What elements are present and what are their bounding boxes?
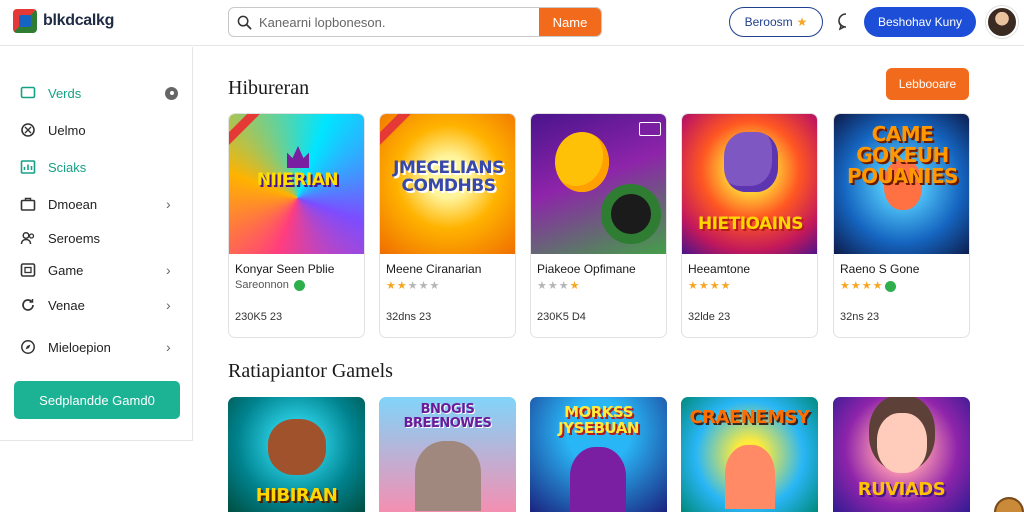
verified-icon	[885, 280, 897, 292]
game-art-title: RUVIADS	[857, 479, 946, 500]
section-title: Hibureran	[228, 77, 310, 99]
game-card[interactable]: Piakeoe Opfimane ★★★★ 230K5 D4	[530, 113, 667, 338]
game-publisher-label: Sareonnon	[235, 279, 289, 291]
logo-text: blkdcalkg	[43, 12, 115, 29]
game-art-title: NIIERIAN	[256, 170, 339, 190]
signin-button[interactable]: Beshohav Kuny	[864, 7, 976, 37]
mascot-icon	[994, 497, 1024, 512]
sidebar-cta-button[interactable]: Sedplandde Gamd0	[14, 381, 180, 419]
rewards-button[interactable]: Beroosm ★	[729, 7, 823, 37]
game-card[interactable]: BNOGIS BREENOWES	[379, 397, 516, 512]
sidebar-item-mieloepion[interactable]: Mieloepion ›	[0, 332, 192, 362]
game-art-title: HIBIRAN	[255, 485, 338, 506]
logo-icon	[13, 9, 37, 33]
game-card[interactable]: NIIERIAN Konyar Seen Pblie Sareonnon 230…	[228, 113, 365, 338]
sidebar-item-verds[interactable]: Verds	[0, 78, 192, 108]
game-thumbnail: NIIERIAN	[229, 114, 364, 254]
chart-icon	[20, 159, 36, 175]
rewards-label: Beroosm	[744, 15, 793, 29]
star-rating: ★★★★	[537, 280, 581, 292]
chevron-right-icon: ›	[166, 196, 171, 212]
search-input[interactable]	[259, 8, 539, 36]
search-bar: Name	[228, 7, 602, 37]
game-art-title: HIETIOAINS	[697, 214, 804, 234]
game-title: Raeno S Gone	[840, 262, 920, 276]
chevron-right-icon: ›	[166, 262, 171, 278]
sidebar-item-label: Sciaks	[48, 159, 87, 175]
game-thumbnail: HIETIOAINS	[682, 114, 817, 254]
game-card[interactable]: CRAENEMSY	[681, 397, 818, 512]
game-art-title: CAME GOKEUH POUANIES	[846, 122, 959, 188]
game-art-title: MORKSS JYSEBUAN	[558, 403, 639, 437]
ribbon-badge	[229, 114, 263, 148]
sidebar-item-sciaks[interactable]: Sciaks	[0, 152, 192, 182]
game-title: Konyar Seen Pblie	[235, 262, 335, 276]
game-card[interactable]: MORKSS JYSEBUAN	[530, 397, 667, 512]
game-card[interactable]: RUVIADS	[833, 397, 970, 512]
game-art-title: BNOGIS BREENOWES	[403, 402, 492, 431]
section-title: Ratiapiantor Gamels	[228, 360, 393, 382]
game-thumbnail	[531, 114, 666, 254]
game-stats: 230K5 23	[235, 311, 283, 323]
sidebar-item-seroems[interactable]: Seroems	[0, 223, 192, 253]
game-card[interactable]: HIBIRAN	[228, 397, 365, 512]
compass-icon	[20, 339, 36, 355]
gamepad-icon	[20, 122, 36, 138]
game-art-title: JMECELIANS COMDHBS	[393, 158, 504, 196]
star-icon: ★	[796, 15, 808, 29]
info-icon	[165, 86, 178, 100]
window-icon	[20, 262, 36, 278]
game-art-title: CRAENEMSY	[689, 407, 810, 428]
sidebar-item-label: Dmoean	[48, 196, 98, 212]
star-rating: ★★★★	[840, 279, 897, 292]
game-stats: 32dns 23	[386, 311, 432, 323]
search-icon	[229, 8, 259, 36]
game-publisher: Sareonnon	[235, 279, 305, 291]
game-stats: 32lde 23	[688, 311, 731, 323]
sidebar-item-uelmo[interactable]: Uelmo	[0, 115, 192, 145]
sidebar: Verds Uelmo Sciaks Dmoean › Seroems Game…	[0, 47, 193, 441]
sidebar-item-game[interactable]: Game ›	[0, 255, 192, 285]
game-stats: 32ns 23	[840, 311, 880, 323]
game-card[interactable]: JMECELIANS COMDHBS Meene Ciranarian ★★★★…	[379, 113, 516, 338]
game-title: Meene Ciranarian	[386, 262, 482, 276]
site-logo[interactable]: blkdcalkg	[13, 9, 114, 33]
chat-icon[interactable]	[836, 11, 856, 31]
sidebar-item-label: Game	[48, 262, 84, 278]
sidebar-item-label: Seroems	[48, 230, 101, 246]
sidebar-item-venae[interactable]: Venae ›	[0, 290, 192, 320]
star-rating: ★★★★★	[386, 280, 441, 292]
avatar[interactable]	[986, 6, 1018, 38]
game-card[interactable]: CAME GOKEUH POUANIES Raeno S Gone ★★★★ 3…	[833, 113, 970, 338]
top-bar: blkdcalkg Name Beroosm ★ Beshohav Kuny	[0, 0, 1024, 46]
view-all-button[interactable]: Lebbooare	[886, 68, 969, 100]
sidebar-item-label: Venae	[48, 297, 85, 313]
users-icon	[20, 230, 36, 246]
search-button[interactable]: Name	[539, 8, 601, 36]
chevron-right-icon: ›	[166, 297, 171, 313]
game-stats: 230K5 D4	[537, 311, 586, 323]
game-title: Heeamtone	[688, 262, 751, 276]
game-thumbnail: CAME GOKEUH POUANIES	[834, 114, 969, 254]
game-thumbnail: JMECELIANS COMDHBS	[380, 114, 515, 254]
game-title: Piakeoe Opfimane	[537, 262, 636, 276]
monitor-icon	[20, 85, 36, 101]
verified-icon	[293, 279, 305, 291]
sidebar-item-label: Mieloepion	[48, 339, 111, 355]
sidebar-item-label: Verds	[48, 85, 82, 101]
game-card[interactable]: HIETIOAINS Heeamtone ★★★★ 32lde 23	[681, 113, 818, 338]
briefcase-icon	[20, 196, 36, 212]
ribbon-badge	[380, 114, 414, 148]
star-rating: ★★★★	[688, 280, 732, 292]
refresh-icon	[20, 297, 36, 313]
sidebar-item-dmoean[interactable]: Dmoean ›	[0, 189, 192, 219]
chevron-right-icon: ›	[166, 339, 171, 355]
sidebar-item-label: Uelmo	[48, 122, 86, 138]
